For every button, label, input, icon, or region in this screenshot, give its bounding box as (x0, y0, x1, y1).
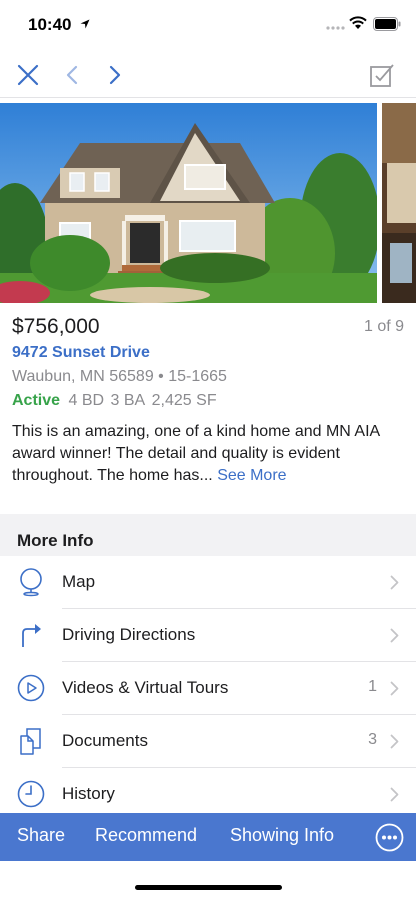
chevron-left-icon (66, 65, 78, 85)
close-button[interactable] (13, 60, 43, 90)
documents-icon (20, 728, 41, 755)
chevron-right-icon (390, 734, 399, 749)
signal-dots-icon (326, 26, 345, 30)
house-photo[interactable] (0, 103, 377, 303)
photo-carousel[interactable] (0, 103, 416, 303)
more-dots-icon[interactable] (375, 823, 404, 852)
share-button[interactable]: Share (17, 825, 65, 846)
showing-info-button[interactable]: Showing Info (230, 825, 334, 846)
status-time: 10:40 (28, 15, 72, 34)
more-info-title: More Info (17, 531, 94, 550)
listing-description: This is an amazing, one of a kind home a… (12, 421, 408, 487)
description-text: This is an amazing, one of a kind home a… (12, 423, 380, 484)
home-indicator[interactable] (135, 885, 282, 890)
status-bar: 10:40 (0, 0, 416, 52)
chevron-right-icon (390, 628, 399, 643)
list-item-label: Map (62, 572, 96, 591)
see-more-link[interactable]: See More (217, 467, 286, 484)
status-badge: Active (12, 392, 61, 409)
location-arrow-icon (80, 19, 90, 29)
list-item-label: History (62, 784, 115, 803)
recommend-button[interactable]: Recommend (95, 825, 197, 846)
list-item-label: Videos & Virtual Tours (62, 678, 229, 697)
list-item-label: Documents (62, 731, 148, 750)
turn-right-arrow-icon (22, 624, 41, 647)
beds-value: 4 BD (68, 392, 105, 409)
list-item-count: 3 (368, 731, 377, 748)
more-info-header: More Info (0, 526, 416, 556)
clock-icon (17, 780, 45, 808)
wifi-icon (349, 16, 367, 29)
next-photo-preview[interactable] (382, 103, 416, 303)
next-listing-button[interactable] (100, 60, 130, 90)
photo-counter: 1 of 9 (363, 318, 404, 335)
sqft-value: 2,425 SF (151, 392, 217, 409)
list-item-driving-directions[interactable]: Driving Directions (0, 609, 416, 662)
chevron-right-icon (109, 65, 121, 85)
battery-icon (373, 17, 401, 31)
section-separator (0, 514, 416, 526)
list-item-documents[interactable]: Documents 3 (0, 715, 416, 768)
chevron-right-icon (390, 681, 399, 696)
checkbox-icon (370, 64, 394, 87)
list-item-label: Driving Directions (62, 625, 196, 644)
list-item-videos-virtual-tours[interactable]: Videos & Virtual Tours 1 (0, 662, 416, 715)
chevron-right-icon (390, 787, 399, 802)
listing-price: $756,000 (12, 315, 100, 338)
chevron-right-icon (390, 575, 399, 590)
listing-address[interactable]: 9472 Sunset Drive (12, 344, 150, 362)
previous-listing-button[interactable] (57, 60, 87, 90)
navigation-bar (0, 52, 416, 98)
list-item-count: 1 (368, 678, 377, 695)
listing-city-line: Waubun, MN 56589 • 15-1665 (12, 368, 227, 385)
close-icon (17, 64, 39, 86)
list-item-map[interactable]: Map (0, 556, 416, 609)
listing-specs: Active 4 BD 3 BA 2,425 SF (12, 392, 219, 410)
map-pin-icon (20, 568, 42, 597)
baths-value: 3 BA (110, 392, 146, 409)
action-bar: Share Recommend Showing Info (0, 813, 416, 861)
play-circle-icon (17, 674, 45, 702)
more-info-list: Map Driving Directions Videos & Virtual … (0, 556, 416, 821)
select-listing-button[interactable] (367, 60, 397, 90)
